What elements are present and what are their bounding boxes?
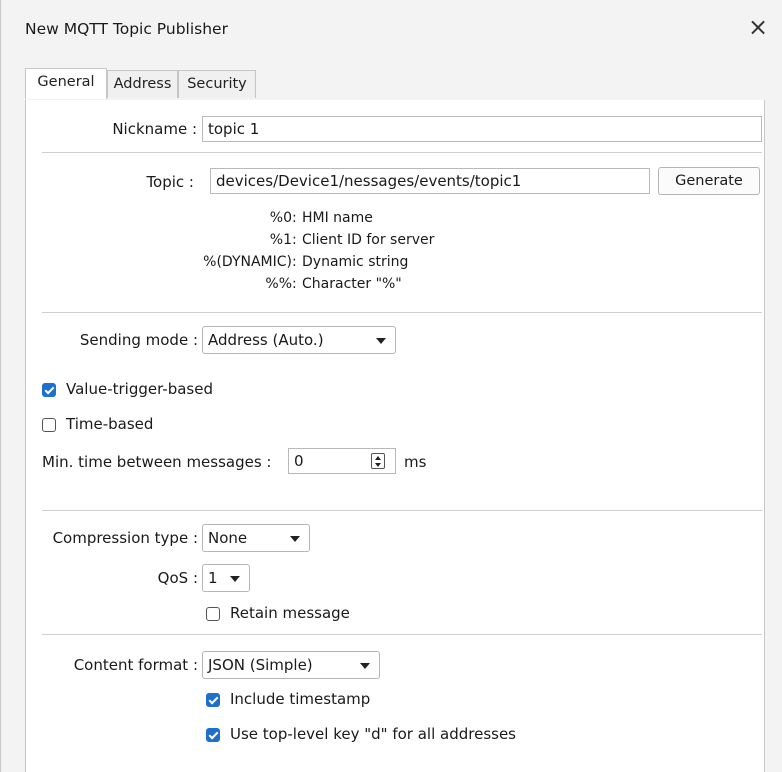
- qos-select[interactable]: 1: [202, 564, 250, 592]
- tab-general[interactable]: General: [25, 68, 107, 99]
- dialog-window: New MQTT Topic Publisher × General Addre…: [0, 0, 782, 772]
- legend-code: %1: [269, 232, 292, 248]
- top-level-key-label: Use top-level key "d" for all addresses: [230, 725, 516, 743]
- legend-separator: :: [292, 276, 297, 292]
- sending-mode-label: Sending mode :: [79, 331, 198, 349]
- close-icon[interactable]: ×: [743, 15, 773, 39]
- legend-code: %0: [269, 210, 292, 226]
- time-based-label: Time-based: [66, 415, 154, 433]
- qos-value: 1: [208, 569, 218, 587]
- qos-label: QoS :: [157, 569, 198, 587]
- retain-label: Retain message: [230, 604, 350, 622]
- chevron-down-icon: [230, 576, 240, 582]
- legend-separator: :: [292, 210, 297, 226]
- tab-address[interactable]: Address: [107, 70, 178, 98]
- min-time-value: 0: [294, 452, 304, 470]
- time-based-checkbox[interactable]: [42, 418, 56, 432]
- include-timestamp-label: Include timestamp: [230, 690, 371, 708]
- separator: [42, 510, 762, 511]
- separator: [42, 152, 762, 153]
- separator: [42, 312, 762, 313]
- generate-button[interactable]: Generate: [658, 167, 760, 195]
- top-level-key-checkbox[interactable]: [206, 728, 220, 742]
- legend-description: Client ID for server: [302, 232, 435, 248]
- nickname-field[interactable]: topic 1: [202, 116, 762, 142]
- min-time-unit: ms: [404, 453, 427, 471]
- compression-value: None: [208, 529, 248, 547]
- chevron-down-icon: [360, 663, 370, 669]
- sending-mode-value: Address (Auto.): [208, 331, 324, 349]
- tab-security[interactable]: Security: [178, 70, 256, 98]
- content-format-label: Content format :: [73, 656, 198, 674]
- legend-separator: :: [292, 254, 297, 270]
- compression-select[interactable]: None: [202, 524, 310, 552]
- legend-separator: :: [292, 232, 297, 248]
- compression-label: Compression type :: [52, 529, 198, 547]
- spinner-icon[interactable]: [371, 453, 385, 469]
- value-trigger-checkbox[interactable]: [42, 383, 56, 397]
- content-format-value: JSON (Simple): [208, 656, 313, 674]
- content-format-select[interactable]: JSON (Simple): [202, 651, 380, 679]
- window-title: New MQTT Topic Publisher: [25, 20, 228, 38]
- topic-label: Topic :: [146, 173, 194, 191]
- nickname-label: Nickname :: [112, 120, 197, 138]
- legend-code: %(DYNAMIC): [203, 254, 292, 270]
- title-bar: New MQTT Topic Publisher ×: [1, 0, 782, 62]
- include-timestamp-checkbox[interactable]: [206, 693, 220, 707]
- separator: [42, 634, 762, 635]
- legend-code: %%: [265, 276, 292, 292]
- topic-variable-legend: %0 : HMI name %1 : Client ID for server …: [126, 210, 526, 298]
- chevron-down-icon: [376, 338, 386, 344]
- general-panel: Nickname : topic 1 Topic : devices/Devic…: [25, 100, 765, 772]
- legend-description: Dynamic string: [302, 254, 409, 270]
- legend-description: HMI name: [302, 210, 373, 226]
- chevron-down-icon: [290, 536, 300, 542]
- tab-strip: General Address Security: [25, 68, 765, 101]
- sending-mode-select[interactable]: Address (Auto.): [202, 326, 396, 354]
- legend-description: Character "%": [302, 276, 402, 292]
- topic-field[interactable]: devices/Device1/nessages/events/topic1: [210, 168, 650, 194]
- value-trigger-label: Value-trigger-based: [66, 380, 213, 398]
- retain-checkbox[interactable]: [206, 607, 220, 621]
- min-time-label: Min. time between messages :: [42, 453, 272, 471]
